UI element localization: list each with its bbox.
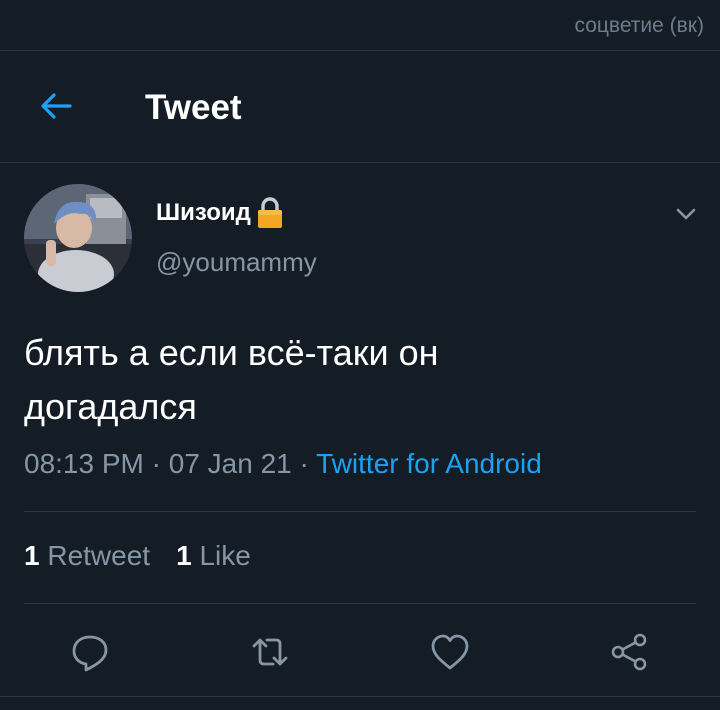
- top-bar: соцветие (вк): [0, 0, 720, 51]
- tweet-text-line1: блять а если всё-таки он: [24, 332, 439, 373]
- divider: [24, 603, 696, 604]
- action-bar: [0, 622, 720, 682]
- tweet-source-link[interactable]: Twitter for Android: [316, 448, 542, 479]
- likes-stat[interactable]: 1 Like: [176, 540, 251, 571]
- watermark: соцветие (вк): [574, 14, 704, 37]
- tweet-meta: 08:13 PM · 07 Jan 21 · Twitter for Andro…: [24, 448, 542, 480]
- arrow-left-icon: [41, 93, 72, 119]
- page-title: Tweet: [145, 88, 242, 127]
- user-handle[interactable]: @youmammy: [156, 247, 317, 278]
- meta-separator: ·: [291, 448, 317, 479]
- likes-count: 1: [176, 540, 192, 571]
- name-row: Шизоид: [156, 196, 285, 230]
- retweets-label: Retweet: [47, 540, 151, 571]
- tweet-text-line2: догадался: [24, 386, 197, 427]
- chevron-down-button[interactable]: [672, 200, 700, 228]
- retweet-icon: [252, 638, 288, 666]
- like-icon: [431, 634, 469, 670]
- back-button[interactable]: [34, 84, 78, 128]
- header: Tweet: [0, 50, 720, 163]
- likes-label: Like: [199, 540, 251, 571]
- display-name[interactable]: Шизоид: [156, 199, 251, 227]
- share-icon: [611, 633, 647, 671]
- retweets-stat[interactable]: 1 Retweet: [24, 540, 150, 571]
- retweet-button[interactable]: [246, 628, 294, 676]
- reply-icon: [72, 635, 108, 672]
- avatar[interactable]: [24, 184, 132, 292]
- tweet-text: блять а если всё-таки он догадался: [24, 326, 694, 434]
- tweet-time: 08:13 PM: [24, 448, 144, 479]
- chevron-down-icon: [676, 208, 696, 220]
- share-button[interactable]: [606, 628, 654, 676]
- divider: [24, 511, 696, 512]
- reply-button[interactable]: [66, 628, 114, 676]
- tweet-date: 07 Jan 21: [168, 448, 292, 479]
- retweets-count: 1: [24, 540, 40, 571]
- like-button[interactable]: [426, 628, 474, 676]
- divider: [0, 696, 720, 697]
- meta-separator: ·: [143, 448, 169, 479]
- tweet-stats: 1 Retweet 1 Like: [24, 540, 251, 572]
- lock-icon: [255, 196, 285, 230]
